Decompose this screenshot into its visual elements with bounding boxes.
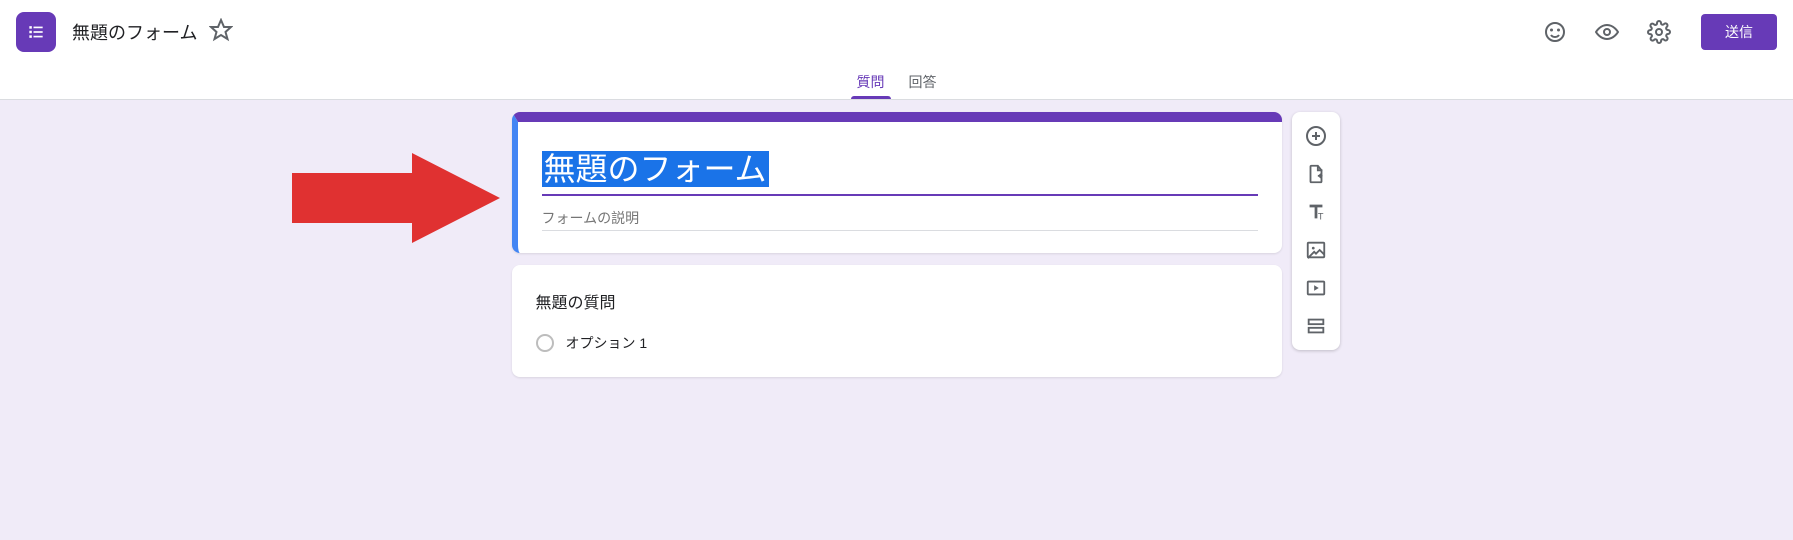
header-actions: 送信 xyxy=(1533,10,1777,54)
add-section-icon[interactable] xyxy=(1298,308,1334,344)
question-title[interactable]: 無題の質問 xyxy=(536,289,1258,313)
title-area: 無題のフォーム xyxy=(72,18,1533,47)
add-video-icon[interactable] xyxy=(1298,270,1334,306)
form-description-input[interactable] xyxy=(542,210,1258,231)
radio-icon xyxy=(536,334,554,352)
add-question-icon[interactable] xyxy=(1298,118,1334,154)
tab-responses[interactable]: 回答 xyxy=(897,64,949,99)
add-image-icon[interactable] xyxy=(1298,232,1334,268)
question-card[interactable]: 無題の質問 オプション 1 xyxy=(512,265,1282,377)
tabs: 質問 回答 xyxy=(0,64,1793,100)
add-title-icon[interactable]: T xyxy=(1298,194,1334,230)
svg-text:T: T xyxy=(1317,211,1323,221)
settings-icon[interactable] xyxy=(1637,10,1681,54)
form-title-text: 無題のフォーム xyxy=(542,151,769,187)
preview-icon[interactable] xyxy=(1585,10,1629,54)
doc-title[interactable]: 無題のフォーム xyxy=(72,19,197,45)
form-container: 無題のフォーム 無題の質問 オプション 1 T xyxy=(512,112,1282,377)
star-icon[interactable] xyxy=(209,18,233,47)
option-label[interactable]: オプション 1 xyxy=(566,333,648,353)
annotation-arrow-icon xyxy=(282,148,502,253)
import-questions-icon[interactable] xyxy=(1298,156,1334,192)
forms-logo[interactable] xyxy=(16,12,56,52)
send-button[interactable]: 送信 xyxy=(1701,14,1777,50)
theme-icon[interactable] xyxy=(1533,10,1577,54)
form-title-input[interactable]: 無題のフォーム xyxy=(542,144,1258,196)
workspace: 無題のフォーム 無題の質問 オプション 1 T xyxy=(0,100,1793,540)
option-row[interactable]: オプション 1 xyxy=(536,333,1258,353)
tab-questions[interactable]: 質問 xyxy=(845,64,897,99)
form-header-card[interactable]: 無題のフォーム xyxy=(512,112,1282,253)
side-toolbar: T xyxy=(1292,112,1340,350)
app-header: 無題のフォーム 送信 xyxy=(0,0,1793,64)
